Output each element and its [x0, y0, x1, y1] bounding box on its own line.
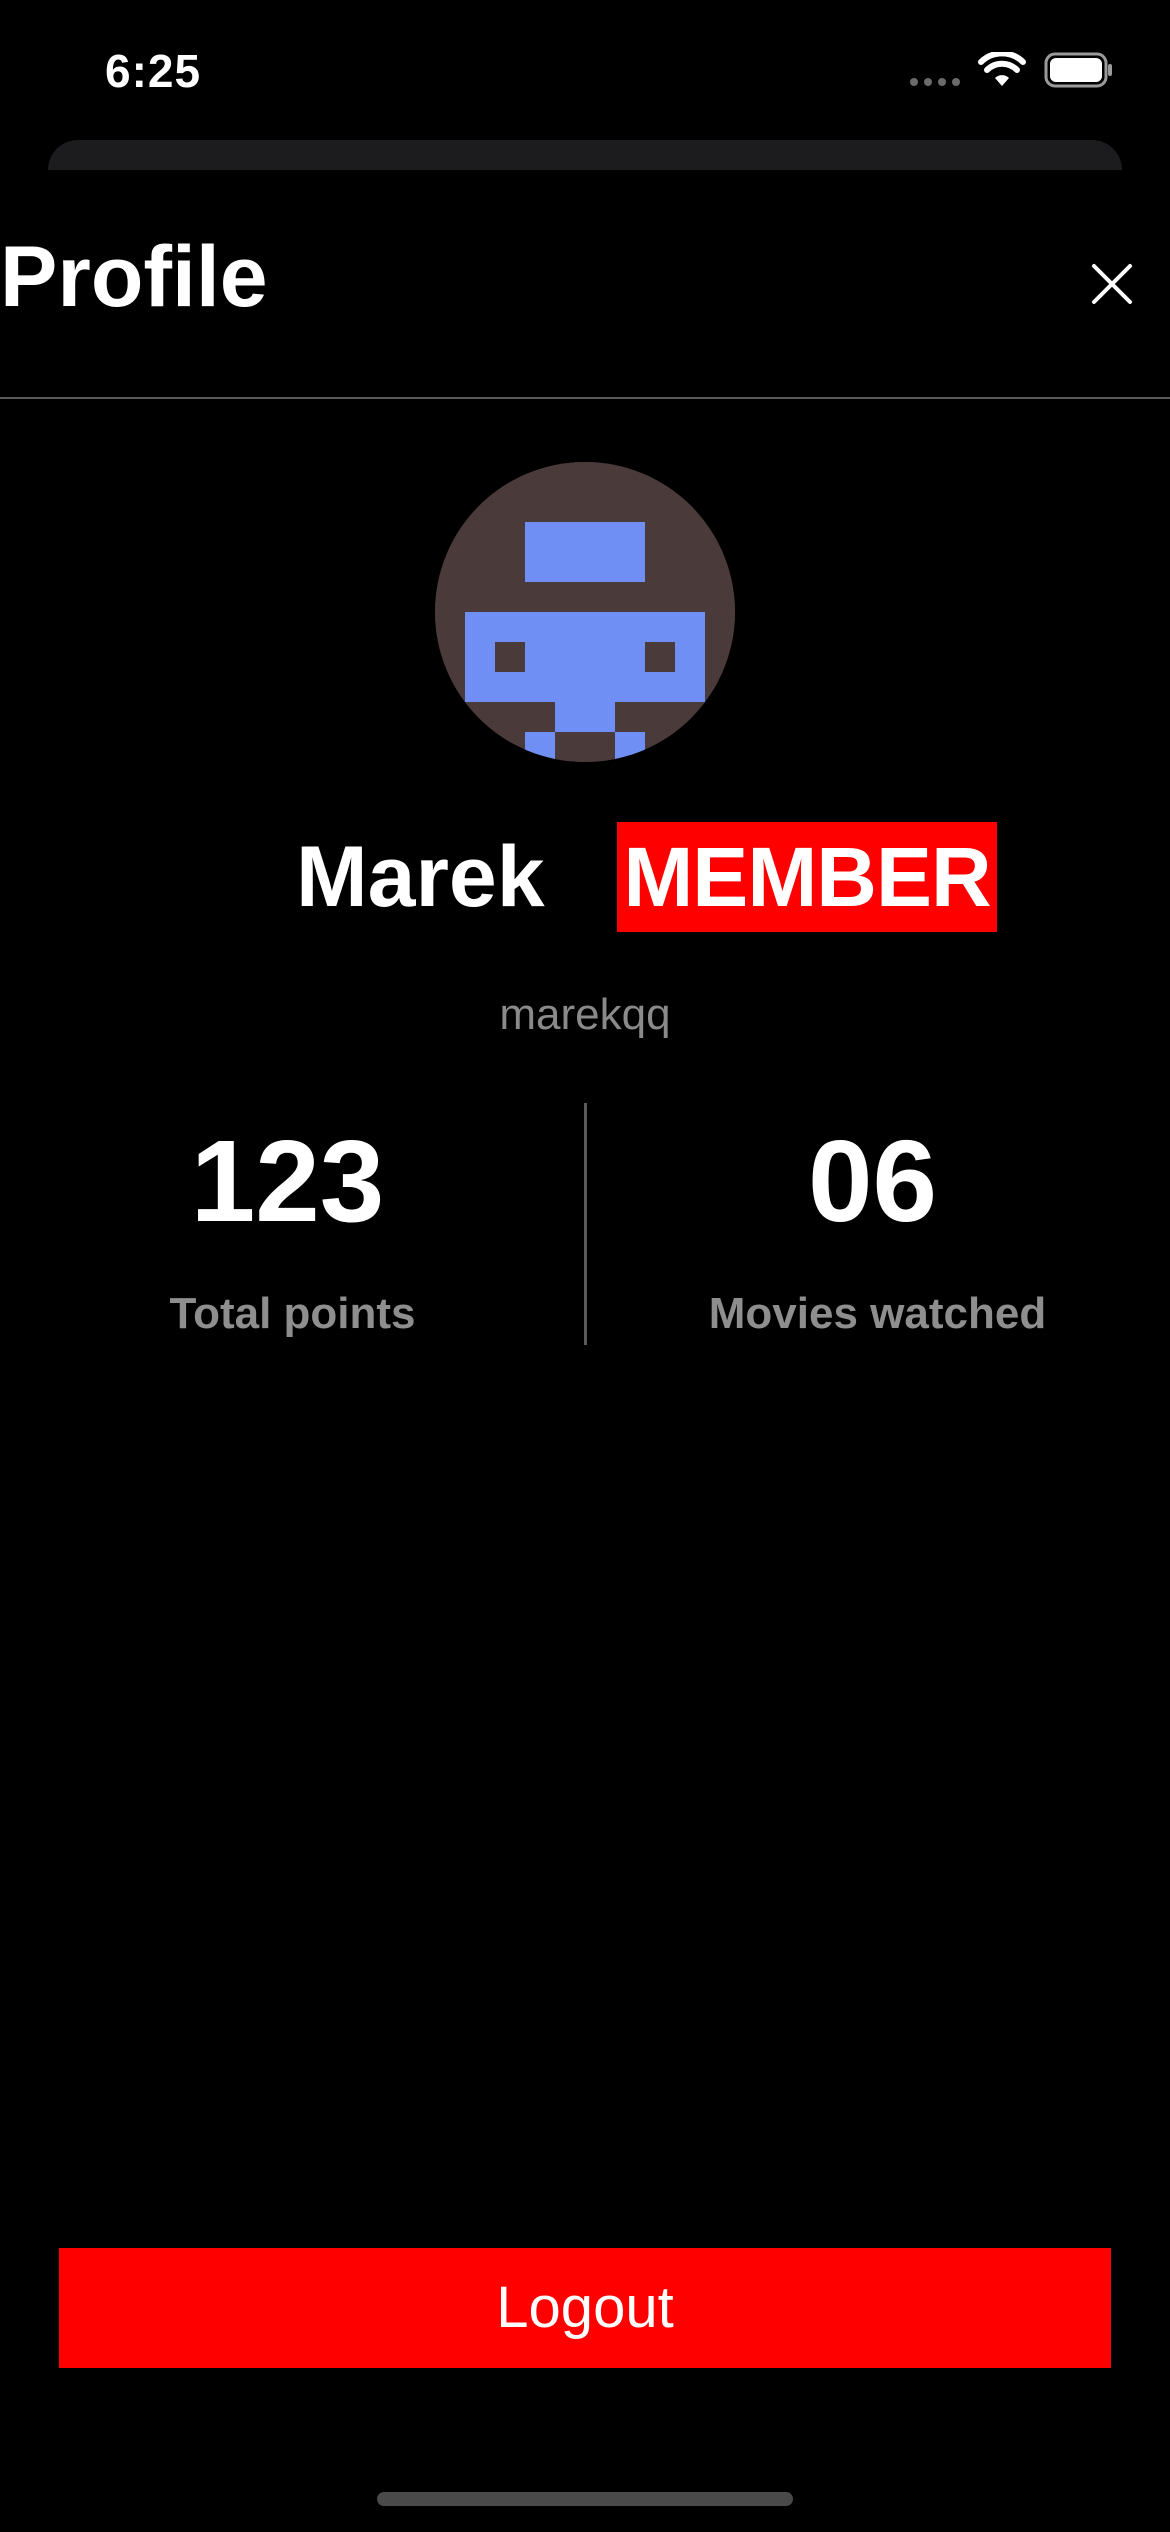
battery-icon: [1044, 52, 1114, 93]
stat-value: 06: [807, 1116, 938, 1246]
signal-icon: [910, 77, 960, 86]
avatar: [435, 462, 735, 762]
profile-sheet: Profile Marek MEMBER marekqq 123 Total p…: [0, 170, 1170, 2532]
name-row: Marek MEMBER: [0, 822, 1170, 942]
logout-button[interactable]: Logout: [59, 2248, 1111, 2368]
user-name: Marek: [296, 829, 545, 925]
wifi-icon: [978, 50, 1026, 93]
pixel-avatar-icon: [435, 462, 735, 762]
close-icon: [1092, 264, 1132, 304]
username: marekqq: [499, 990, 671, 1039]
stat-label: Total points: [169, 1289, 416, 1338]
page-title: Profile: [0, 229, 268, 325]
stat-movies-watched: 06 Movies watched: [585, 1103, 1170, 1339]
status-bar: 6:25: [0, 0, 1170, 140]
stat-total-points: 123 Total points: [0, 1103, 585, 1339]
home-indicator: [377, 2492, 793, 2506]
stat-label: Movies watched: [708, 1289, 1047, 1338]
stat-value: 123: [190, 1116, 385, 1246]
stats: 123 Total points 06 Movies watched: [0, 1103, 1170, 1345]
close-button[interactable]: [1082, 254, 1142, 314]
status-icons: [910, 50, 1114, 93]
status-time: 6:25: [105, 45, 202, 97]
header: Profile: [0, 170, 1170, 399]
member-badge: MEMBER: [617, 822, 997, 932]
